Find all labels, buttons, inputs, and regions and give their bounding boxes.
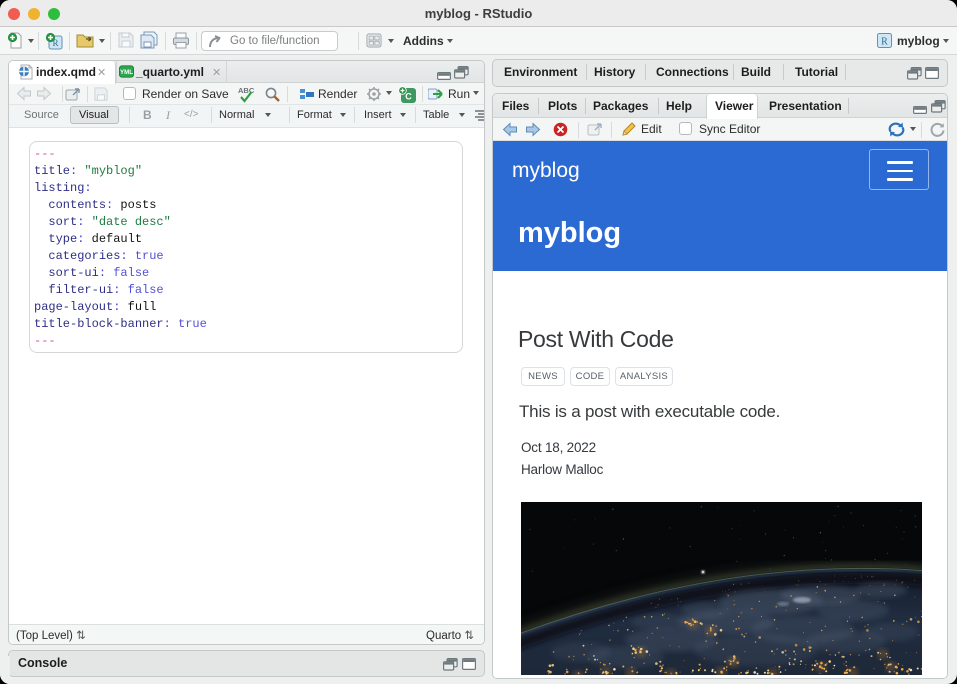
- svg-text:C: C: [405, 92, 412, 102]
- svg-text:ABC: ABC: [238, 86, 255, 95]
- svg-text:YML: YML: [120, 69, 133, 76]
- svg-text:R: R: [881, 37, 888, 48]
